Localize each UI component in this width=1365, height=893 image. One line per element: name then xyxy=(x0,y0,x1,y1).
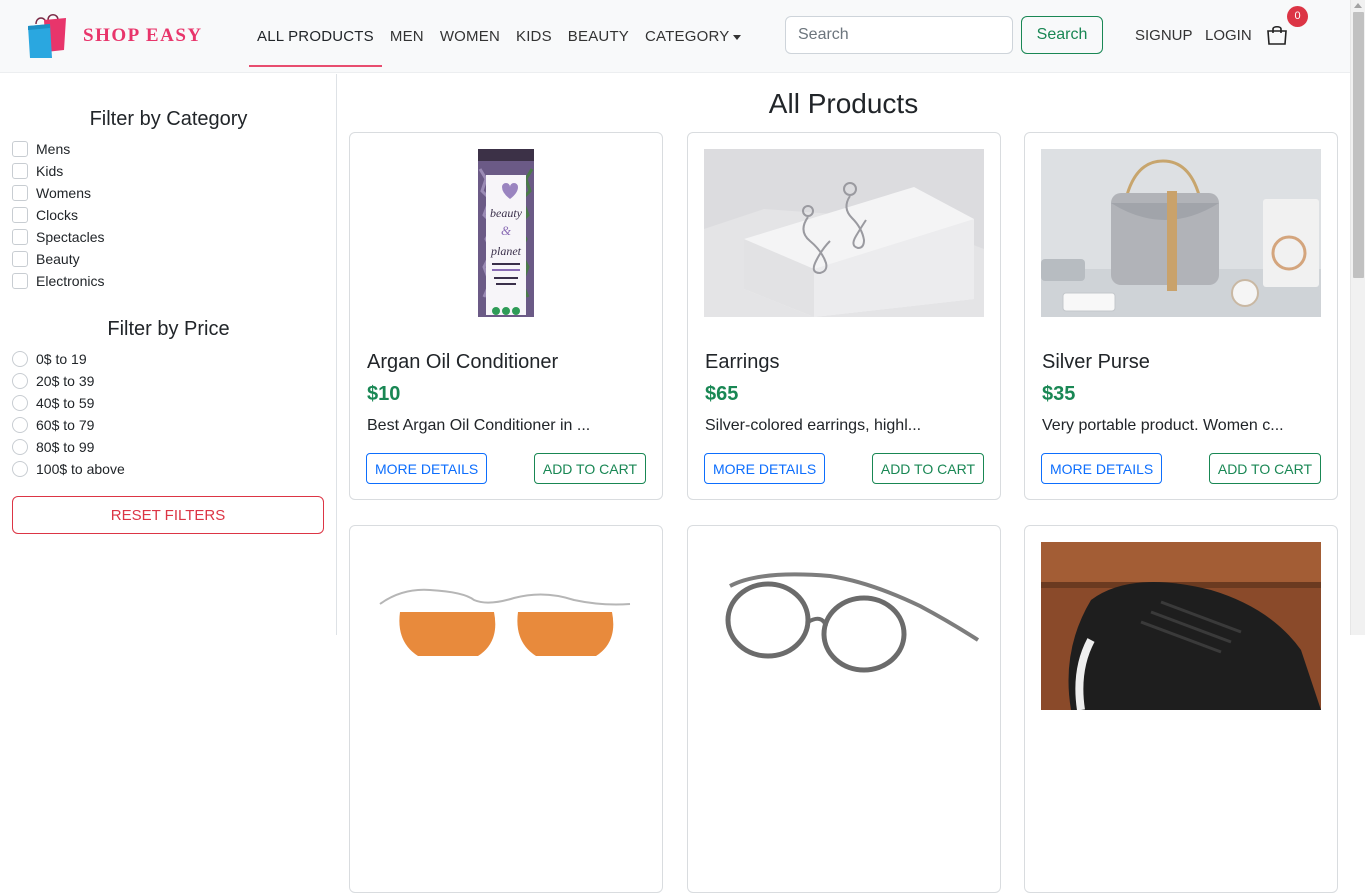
price-option-label: 40$ to 59 xyxy=(36,395,95,411)
radio-button[interactable] xyxy=(12,461,28,477)
price-option-label: 60$ to 79 xyxy=(36,417,95,433)
category-option-label: Spectacles xyxy=(36,229,105,245)
category-option-label: Beauty xyxy=(36,251,80,267)
category-filter-list: Mens Kids Womens Clocks Spectacles Beaut… xyxy=(12,138,104,292)
caret-down-icon xyxy=(733,34,742,40)
shopping-bag-icon[interactable] xyxy=(1266,24,1288,46)
radio-button[interactable] xyxy=(12,351,28,367)
nav-kids[interactable]: KIDS xyxy=(516,20,552,53)
add-to-cart-button[interactable]: ADD TO CART xyxy=(871,453,984,484)
brand-name: SHOP EASY xyxy=(83,25,203,46)
product-image-sneakers[interactable] xyxy=(1041,542,1321,710)
category-option-label: Mens xyxy=(36,141,71,157)
category-option-label: Electronics xyxy=(36,273,105,289)
search-button[interactable]: Search xyxy=(1021,16,1103,54)
price-option-label: 0$ to 19 xyxy=(36,351,87,367)
brand[interactable]: SHOP EASY xyxy=(26,12,203,60)
price-option-60-79[interactable]: 60$ to 79 xyxy=(12,414,125,436)
product-card: beauty & planet Argan Oil Conditioner $1… xyxy=(349,132,663,500)
product-card xyxy=(1024,525,1338,893)
category-filter-title: Filter by Category xyxy=(89,108,248,130)
radio-button[interactable] xyxy=(12,439,28,455)
top-navbar: SHOP EASY ALL PRODUCTS MEN WOMEN KIDS BE… xyxy=(0,0,1350,73)
product-image-silver-purse[interactable] xyxy=(1041,149,1321,317)
price-option-label: 80$ to 99 xyxy=(36,439,95,455)
product-title: Earrings xyxy=(705,351,780,373)
login-link[interactable]: LOGIN xyxy=(1205,27,1252,44)
product-price: $65 xyxy=(705,383,739,405)
price-option-40-59[interactable]: 40$ to 59 xyxy=(12,392,125,414)
nav-women[interactable]: WOMEN xyxy=(440,20,500,53)
add-to-cart-button[interactable]: ADD TO CART xyxy=(533,453,646,484)
main-nav: ALL PRODUCTS MEN WOMEN KIDS BEAUTY CATEG… xyxy=(249,0,757,73)
more-details-button[interactable]: MORE DETAILS xyxy=(1041,453,1163,484)
price-option-80-99[interactable]: 80$ to 99 xyxy=(12,436,125,458)
checkbox[interactable] xyxy=(12,273,28,289)
price-option-100-above[interactable]: 100$ to above xyxy=(12,458,125,480)
radio-button[interactable] xyxy=(12,373,28,389)
product-card: Silver Purse $35 Very portable product. … xyxy=(1024,132,1338,500)
nav-category-label: CATEGORY xyxy=(645,28,730,45)
product-price: $35 xyxy=(1042,383,1076,405)
price-option-20-39[interactable]: 20$ to 39 xyxy=(12,370,125,392)
radio-button[interactable] xyxy=(12,417,28,433)
category-option-mens[interactable]: Mens xyxy=(12,138,104,160)
category-option-label: Kids xyxy=(36,163,64,179)
product-image-sunglasses[interactable] xyxy=(366,542,646,710)
checkbox[interactable] xyxy=(12,251,28,267)
nav-men[interactable]: MEN xyxy=(390,20,424,53)
signup-link[interactable]: SIGNUP xyxy=(1135,27,1193,44)
scroll-up-arrow-icon[interactable] xyxy=(1354,3,1362,8)
product-description: Silver-colored earrings, highl... xyxy=(705,417,922,434)
nav-category-dropdown[interactable]: CATEGORY xyxy=(645,20,742,53)
reset-filters-button[interactable]: RESET FILTERS xyxy=(12,496,324,534)
category-option-womens[interactable]: Womens xyxy=(12,182,104,204)
bottle-text-planet: planet xyxy=(490,244,522,258)
product-image-spectacles[interactable] xyxy=(704,542,984,710)
price-filter-list: 0$ to 19 20$ to 39 40$ to 59 60$ to 79 8… xyxy=(12,348,125,480)
product-title: Argan Oil Conditioner xyxy=(367,351,559,373)
page-title: All Products xyxy=(768,88,919,119)
product-image-conditioner[interactable]: beauty & planet xyxy=(366,149,646,317)
checkbox[interactable] xyxy=(12,185,28,201)
product-card xyxy=(687,525,1001,893)
checkbox[interactable] xyxy=(12,163,28,179)
product-card xyxy=(349,525,663,893)
filter-sidebar: Filter by Category Mens Kids Womens Cloc… xyxy=(0,74,337,635)
checkbox[interactable] xyxy=(12,207,28,223)
cart-count-badge: 0 xyxy=(1287,6,1308,27)
search-input[interactable] xyxy=(785,16,1013,54)
category-option-electronics[interactable]: Electronics xyxy=(12,270,104,292)
checkbox[interactable] xyxy=(12,141,28,157)
price-option-label: 100$ to above xyxy=(36,461,125,477)
product-card: Earrings $65 Silver-colored earrings, hi… xyxy=(687,132,1001,500)
nav-beauty[interactable]: BEAUTY xyxy=(568,20,629,53)
more-details-button[interactable]: MORE DETAILS xyxy=(366,453,488,484)
product-description: Best Argan Oil Conditioner in ... xyxy=(367,417,591,434)
product-description: Very portable product. Women c... xyxy=(1042,417,1284,434)
category-option-kids[interactable]: Kids xyxy=(12,160,104,182)
nav-all-products[interactable]: ALL PRODUCTS xyxy=(249,20,382,67)
category-option-clocks[interactable]: Clocks xyxy=(12,204,104,226)
category-option-label: Womens xyxy=(36,185,91,201)
page-scrollbar[interactable] xyxy=(1350,0,1365,635)
category-option-beauty[interactable]: Beauty xyxy=(12,248,104,270)
product-title: Silver Purse xyxy=(1042,351,1150,373)
shopping-bags-logo-icon xyxy=(26,12,68,60)
price-option-0-19[interactable]: 0$ to 19 xyxy=(12,348,125,370)
product-image-earrings[interactable] xyxy=(704,149,984,317)
add-to-cart-button[interactable]: ADD TO CART xyxy=(1208,453,1321,484)
checkbox[interactable] xyxy=(12,229,28,245)
price-option-label: 20$ to 39 xyxy=(36,373,95,389)
bottle-text-ampersand: & xyxy=(501,223,512,238)
scrollbar-thumb[interactable] xyxy=(1353,12,1364,278)
category-option-label: Clocks xyxy=(36,207,79,223)
category-option-spectacles[interactable]: Spectacles xyxy=(12,226,104,248)
more-details-button[interactable]: MORE DETAILS xyxy=(704,453,826,484)
product-price: $10 xyxy=(367,383,401,405)
price-filter-title: Filter by Price xyxy=(107,318,230,340)
bottle-text-beauty: beauty xyxy=(490,206,523,220)
radio-button[interactable] xyxy=(12,395,28,411)
